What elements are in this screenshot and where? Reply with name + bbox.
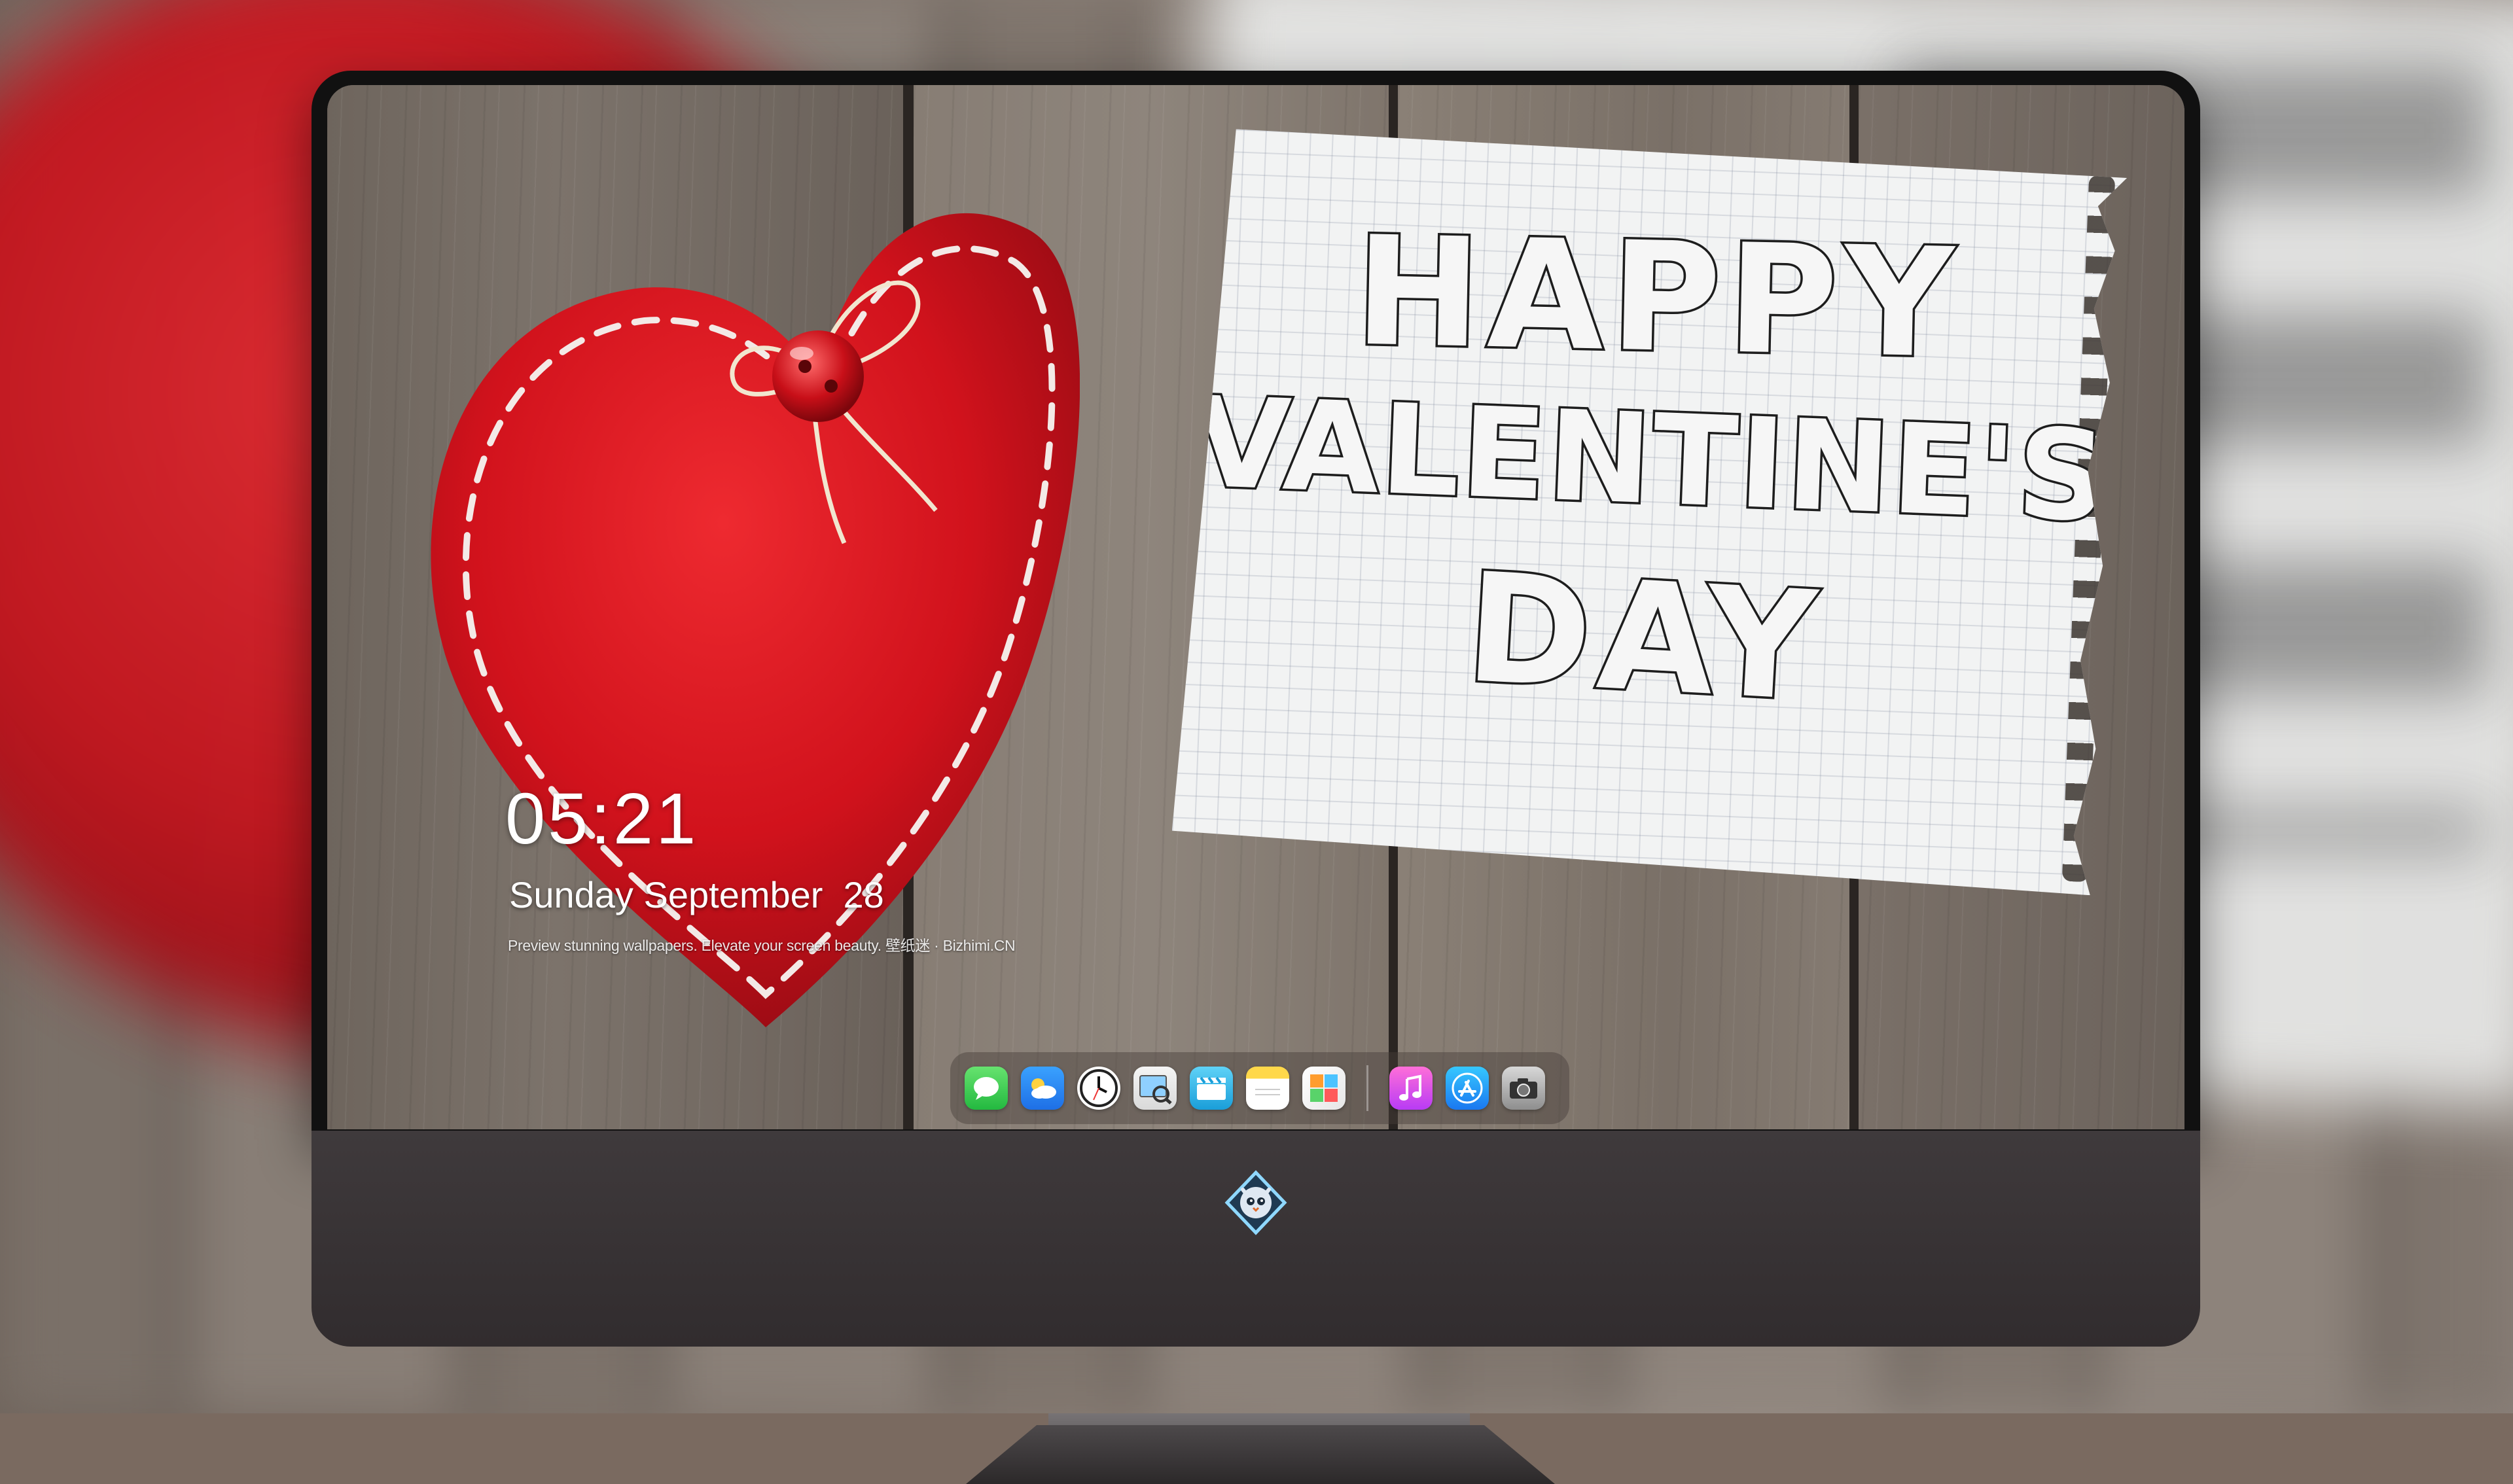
monitor-chin (312, 1131, 2200, 1347)
clips-icon[interactable] (1190, 1067, 1233, 1110)
notes-icon[interactable] (1246, 1067, 1289, 1110)
camera-icon[interactable] (1502, 1067, 1545, 1110)
preview-icon[interactable] (1133, 1067, 1177, 1110)
note-line-happy: HAPPY (1353, 204, 1962, 392)
music-icon[interactable] (1389, 1067, 1433, 1110)
lockscreen-time: 05:21 (505, 779, 699, 859)
note-line-valentines: VALENTINE'S (1191, 370, 2111, 550)
lockscreen-date: Sunday September 28 (509, 874, 884, 915)
monitor: HAPPY VALENTINE'S DAY 05:21 Sunday Septe… (312, 71, 2200, 1484)
weather-icon[interactable] (1021, 1067, 1064, 1110)
lockscreen-tagline: Preview stunning wallpapers. Elevate you… (508, 937, 1016, 954)
dock-separator (1366, 1065, 1368, 1111)
monitor-stand-base (966, 1425, 1555, 1484)
note-line-day: DAY (1461, 540, 1827, 735)
note-paper: HAPPY VALENTINE'S DAY (1171, 128, 2128, 896)
monitor-bezel: HAPPY VALENTINE'S DAY 05:21 Sunday Septe… (312, 71, 2200, 1137)
clock-icon[interactable] (1077, 1067, 1120, 1110)
messages-icon[interactable] (965, 1067, 1008, 1110)
photos-icon[interactable] (1302, 1067, 1346, 1110)
screen: HAPPY VALENTINE'S DAY 05:21 Sunday Septe… (327, 85, 2184, 1129)
heart-button (772, 330, 864, 422)
owl-mascot-logo-icon (1224, 1170, 1287, 1235)
dock (950, 1052, 1569, 1124)
app-store-icon[interactable] (1446, 1067, 1489, 1110)
